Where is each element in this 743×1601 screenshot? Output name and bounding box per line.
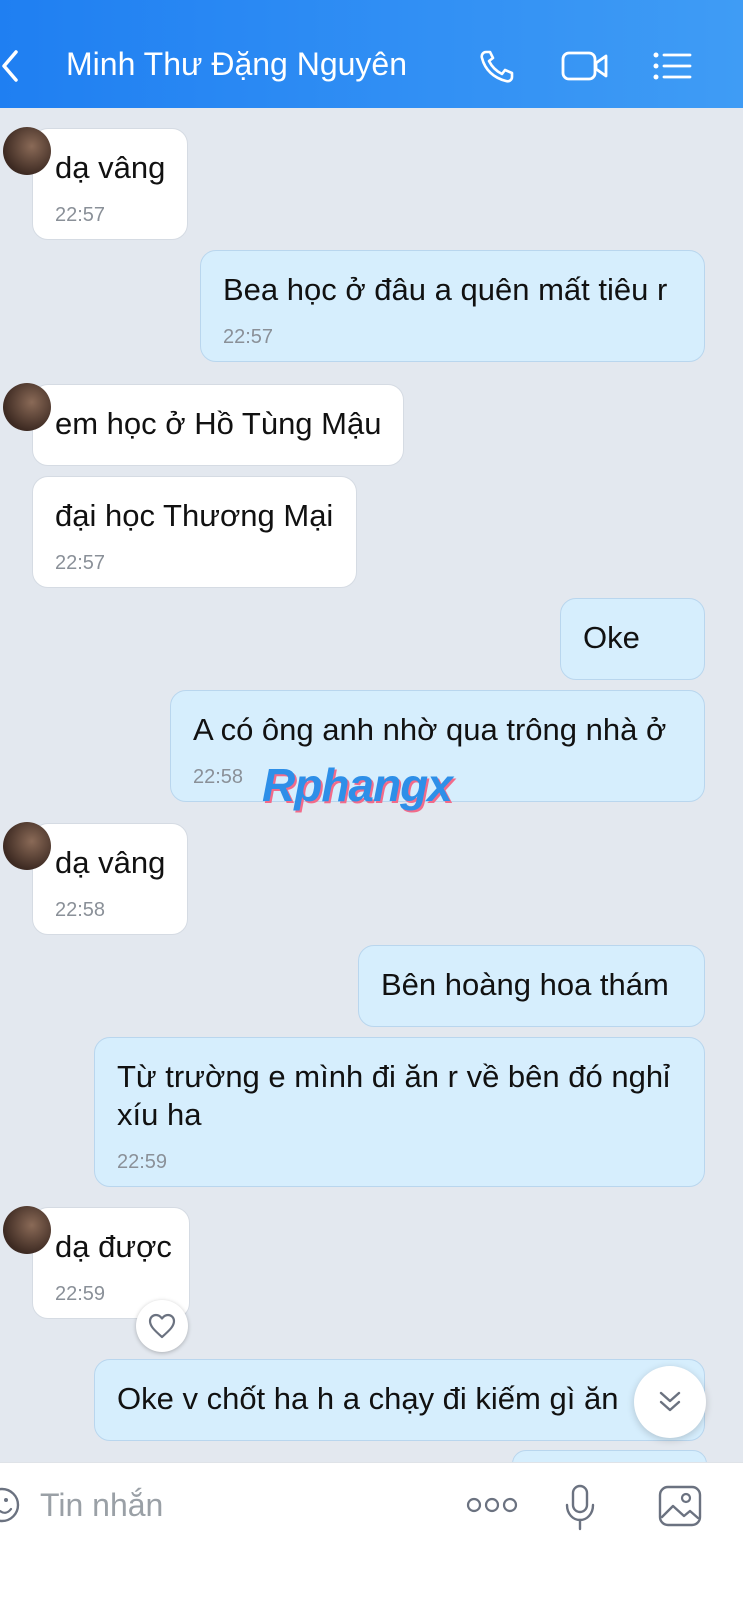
react-heart-button[interactable]: [136, 1300, 188, 1352]
message-text: em học ở Hồ Tùng Mậu: [55, 406, 382, 441]
microphone-icon[interactable]: [562, 1483, 598, 1533]
message-text: A có ông anh nhờ qua trông nhà ở: [193, 712, 667, 747]
message-bubble-outgoing[interactable]: Oke v chốt ha h a chạy đi kiếm gì ăn: [94, 1359, 705, 1441]
message-text: dạ vâng: [55, 150, 166, 185]
message-bubble-outgoing[interactable]: Bên hoàng hoa thám: [358, 945, 705, 1027]
contact-name[interactable]: Minh Thư Đặng Nguyên: [66, 46, 407, 83]
image-icon[interactable]: [656, 1483, 704, 1529]
message-bubble-incoming[interactable]: đại học Thương Mại 22:57: [32, 476, 357, 588]
contact-avatar[interactable]: [3, 1206, 51, 1254]
double-chevron-down-icon: [659, 1391, 681, 1412]
message-time: 22:57: [55, 204, 106, 226]
message-text: Từ trường e mình đi ăn r về bên đó nghỉ …: [117, 1059, 670, 1132]
phone-icon[interactable]: [476, 46, 520, 86]
message-time: 22:57: [223, 326, 274, 348]
watermark-logo: Rphangx: [262, 759, 453, 811]
contact-avatar[interactable]: [3, 383, 51, 431]
contact-avatar[interactable]: [3, 822, 51, 870]
message-bubble-outgoing[interactable]: Từ trường e mình đi ăn r về bên đó nghỉ …: [94, 1037, 705, 1187]
message-time: 22:58: [193, 766, 244, 788]
message-time: 22:58: [55, 899, 106, 921]
message-text: Oke v chốt ha h a chạy đi kiếm gì ăn: [117, 1381, 619, 1416]
message-bubble-incoming[interactable]: dạ vâng 22:58: [3, 822, 188, 935]
message-bubble-incoming[interactable]: dạ vâng 22:57: [3, 127, 188, 240]
menu-list-icon[interactable]: [650, 46, 694, 86]
video-call-icon[interactable]: [560, 46, 610, 86]
message-text: Oke: [583, 620, 640, 655]
sticker-icon[interactable]: [0, 1485, 22, 1525]
message-time: 22:57: [55, 552, 106, 574]
message-composer: Tin nhắn: [0, 1462, 743, 1601]
chat-header: Minh Thư Đặng Nguyên: [0, 0, 743, 108]
message-text: đại học Thương Mại: [55, 498, 334, 533]
message-bubble-incoming[interactable]: em học ở Hồ Tùng Mậu: [3, 383, 404, 466]
back-chevron-icon[interactable]: [0, 48, 22, 84]
message-text: dạ vâng: [55, 845, 166, 880]
more-options-icon[interactable]: [466, 1497, 518, 1513]
message-text: dạ được: [55, 1229, 172, 1264]
message-time: 22:59: [117, 1151, 168, 1173]
message-input[interactable]: Tin nhắn: [40, 1487, 163, 1524]
message-time: 22:59: [55, 1283, 106, 1305]
scroll-to-bottom-button[interactable]: [634, 1366, 706, 1438]
message-text: Bea học ở đâu a quên mất tiêu r: [223, 272, 668, 307]
heart-icon: [148, 1313, 176, 1339]
message-bubble-outgoing[interactable]: Bea học ở đâu a quên mất tiêu r 22:57: [200, 250, 705, 362]
message-bubble-outgoing[interactable]: Oke: [560, 598, 705, 680]
message-text: Bên hoàng hoa thám: [381, 967, 669, 1002]
contact-avatar[interactable]: [3, 127, 51, 175]
